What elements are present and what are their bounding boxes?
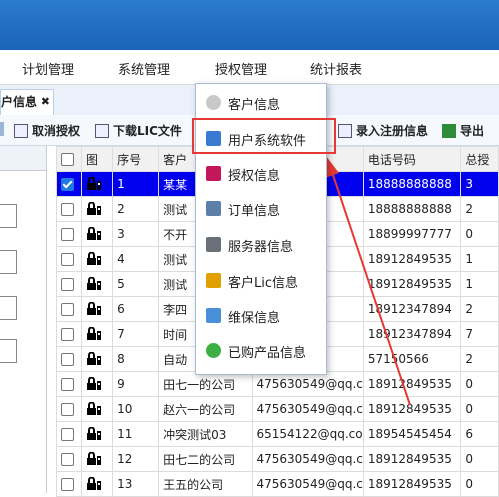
dropdown-item-label: 授权信息 (228, 169, 281, 184)
pencil-icon (206, 273, 221, 288)
gear-icon (206, 308, 221, 323)
dropdown-item-label: 已购产品信息 (228, 346, 307, 361)
dropdown-item-4[interactable]: 服务器信息 (196, 229, 326, 259)
dropdown-item-label: 维保信息 (228, 311, 281, 326)
dropdown-item-6[interactable]: 维保信息 (196, 300, 326, 330)
dropdown-item-label: 客户信息 (228, 98, 281, 113)
customer-icon (206, 95, 221, 110)
dropdown-item-label: 服务器信息 (228, 240, 294, 255)
dropdown-item-label: 订单信息 (228, 204, 281, 219)
dropdown-item-0[interactable]: 客户信息 (196, 87, 326, 117)
order-icon (206, 201, 221, 216)
check-icon (206, 343, 221, 358)
dropdown-item-7[interactable]: 已购产品信息 (196, 335, 326, 365)
dropdown-item-2[interactable]: 授权信息 (196, 158, 326, 188)
highlight-box (192, 118, 336, 154)
server-icon (206, 237, 221, 252)
document-icon (206, 166, 221, 181)
dropdown-item-5[interactable]: 客户Lic信息 (196, 265, 326, 295)
dropdown-item-3[interactable]: 订单信息 (196, 193, 326, 223)
dropdown-item-label: 客户Lic信息 (228, 276, 299, 291)
